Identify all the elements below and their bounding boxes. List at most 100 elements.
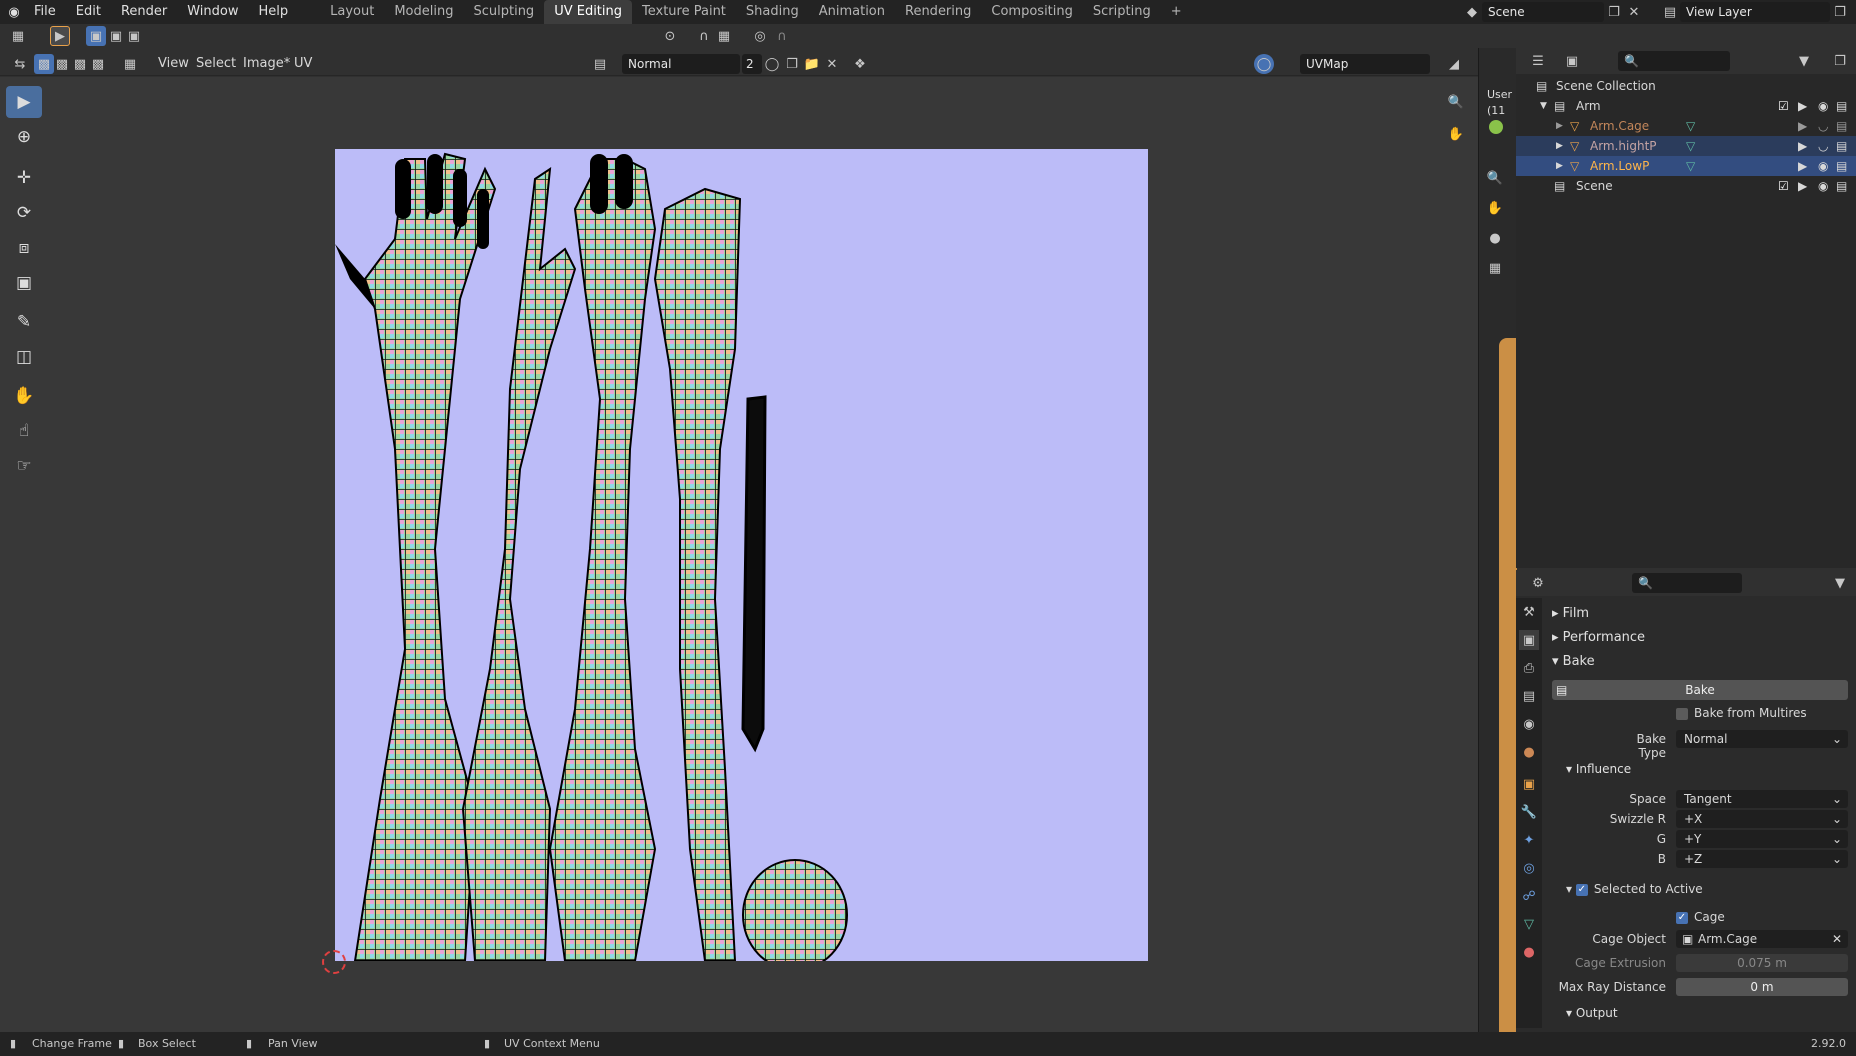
grid-view-icon[interactable]: ▦	[1485, 258, 1505, 278]
tab-scripting[interactable]: Scripting	[1083, 0, 1161, 24]
overlays-icon[interactable]: ◯	[1254, 54, 1274, 74]
editor-type-icon[interactable]: ▦	[8, 26, 28, 46]
visibility-eye-icon[interactable]: ◉	[1818, 176, 1828, 196]
pin-icon[interactable]: ❖	[850, 54, 870, 74]
select-tool-icon[interactable]: ▶	[50, 26, 70, 46]
tree-scene-collection[interactable]: ▤ Scene Collection	[1516, 76, 1856, 96]
swizzle-b-dropdown[interactable]: +Z ⌄	[1676, 850, 1848, 868]
bake-from-multires-checkbox[interactable]: Bake from Multires	[1676, 706, 1807, 720]
panel-influence[interactable]: ▾ Influence	[1566, 762, 1631, 776]
menu-view[interactable]: View	[158, 56, 189, 71]
filter-icon[interactable]: ▼	[1794, 51, 1814, 71]
uv-sync-icon[interactable]: ⇆	[10, 54, 30, 74]
expand-arrow-icon[interactable]: ▶	[1556, 116, 1563, 136]
cage-checkbox[interactable]: ✓ Cage	[1676, 910, 1725, 924]
bake-type-dropdown[interactable]: Normal ⌄	[1676, 730, 1848, 748]
gizmo-y-axis-icon[interactable]	[1489, 120, 1503, 134]
tree-object-arm-cage[interactable]: ▶ ▽ Arm.Cage ▽ ▶ ◡ ▤	[1516, 116, 1856, 136]
vertex-select-icon[interactable]: ▩	[34, 54, 54, 74]
selected-to-active-panel[interactable]: ▾ ✓ Selected to Active	[1566, 882, 1703, 896]
hidden-eye-icon[interactable]: ◡	[1818, 116, 1828, 136]
tab-shading[interactable]: Shading	[736, 0, 809, 24]
world-tab-icon[interactable]: ●	[1519, 742, 1539, 762]
viewport-zoom-icon[interactable]: 🔍	[1485, 168, 1505, 188]
unlink-image-icon[interactable]: ✕	[822, 54, 842, 74]
select-toggle-icon[interactable]: ▶	[1798, 116, 1807, 136]
scene-icon[interactable]: ◆	[1462, 2, 1482, 22]
new-collection-icon[interactable]: ❐	[1830, 51, 1850, 71]
select-toggle-icon[interactable]: ▶	[1798, 136, 1807, 156]
proportional-edit-icon[interactable]: ◎	[750, 26, 770, 46]
render-toggle-icon[interactable]: ▤	[1836, 156, 1847, 176]
pivot-icon[interactable]: ⊙	[660, 26, 680, 46]
move-tool-icon[interactable]: ✛	[6, 162, 42, 194]
expand-arrow-icon[interactable]: ▶	[1556, 136, 1563, 156]
sticky-select-icon[interactable]: ▦	[120, 54, 140, 74]
select-toggle-icon[interactable]: ▶	[1798, 96, 1807, 116]
cage-object-field[interactable]: ▣ Arm.Cage ✕	[1676, 930, 1848, 948]
tree-object-arm-hightp[interactable]: ▶ ▽ Arm.hightP ▽ ▶ ◡ ▤	[1516, 136, 1856, 156]
material-tab-icon[interactable]: ●	[1519, 942, 1539, 962]
menu-uv[interactable]: UV	[294, 56, 312, 71]
tab-texture-paint[interactable]: Texture Paint	[632, 0, 736, 24]
panel-performance[interactable]: ▸ Performance	[1552, 630, 1645, 645]
select-mode-extend-icon[interactable]: ▣	[106, 26, 126, 46]
cage-extrusion-field[interactable]: 0.075 m	[1676, 954, 1848, 972]
menu-render[interactable]: Render	[111, 0, 177, 24]
scene-field[interactable]: Scene	[1482, 2, 1604, 22]
tool-tab-icon[interactable]: ⚒	[1519, 602, 1539, 622]
visibility-eye-icon[interactable]: ◉	[1818, 156, 1828, 176]
image-users-count[interactable]: 2	[742, 54, 762, 74]
particles-tab-icon[interactable]: ✦	[1519, 830, 1539, 850]
render-toggle-icon[interactable]: ▤	[1836, 176, 1847, 196]
relax-tool-icon[interactable]: ☝	[6, 415, 42, 447]
expand-arrow-icon[interactable]: ▶	[1556, 156, 1563, 176]
menu-image[interactable]: Image*	[243, 56, 290, 71]
add-workspace-button[interactable]: +	[1161, 0, 1192, 24]
pinch-tool-icon[interactable]: ☞	[6, 450, 42, 482]
properties-search-input[interactable]: 🔍	[1632, 573, 1742, 593]
object-tab-icon[interactable]: ▣	[1519, 774, 1539, 794]
exclude-checkbox[interactable]: ☑	[1778, 96, 1789, 116]
tab-modeling[interactable]: Modeling	[384, 0, 463, 24]
open-image-icon[interactable]: 📁	[802, 54, 822, 74]
tree-object-arm-lowp[interactable]: ▶ ▽ Arm.LowP ▽ ▶ ◉ ▤	[1516, 156, 1856, 176]
edge-select-icon[interactable]: ▩	[52, 54, 72, 74]
select-mode-new-icon[interactable]: ▣	[86, 26, 106, 46]
menu-help[interactable]: Help	[249, 0, 299, 24]
bake-button[interactable]: ▤ Bake	[1552, 680, 1848, 700]
tree-collection-arm[interactable]: ▼ ▤ Arm ☑ ▶ ◉ ▤	[1516, 96, 1856, 116]
select-toggle-icon[interactable]: ▶	[1798, 156, 1807, 176]
hidden-eye-icon[interactable]: ◡	[1818, 136, 1828, 156]
uv-2d-cursor[interactable]	[322, 950, 346, 974]
viewport-pan-icon[interactable]: ✋	[1485, 198, 1505, 218]
tab-layout[interactable]: Layout	[320, 0, 384, 24]
scene-tab-icon[interactable]: ◉	[1519, 714, 1539, 734]
swizzle-g-dropdown[interactable]: +Y ⌄	[1676, 830, 1848, 848]
scale-tool-icon[interactable]: ⧈	[6, 232, 42, 264]
panel-bake[interactable]: ▾ Bake	[1552, 654, 1595, 669]
display-channels-icon[interactable]: ◢	[1444, 54, 1464, 74]
new-image-icon[interactable]: ❐	[782, 54, 802, 74]
menu-file[interactable]: File	[24, 0, 66, 24]
falloff-icon[interactable]: ∩	[772, 26, 792, 46]
selected-to-active-checkbox[interactable]: ✓	[1575, 883, 1588, 896]
tree-collection-scene[interactable]: ▤ Scene ☑ ▶ ◉ ▤	[1516, 176, 1856, 196]
options-icon[interactable]: ▼	[1830, 573, 1850, 593]
grab-tool-icon[interactable]: ✋	[6, 380, 42, 412]
face-select-icon[interactable]: ▩	[70, 54, 90, 74]
physics-tab-icon[interactable]: ◎	[1519, 858, 1539, 878]
zoom-icon[interactable]: 🔍	[1442, 88, 1470, 116]
cursor-tool-icon[interactable]: ⊕	[6, 121, 42, 153]
new-scene-icon[interactable]: ❐	[1604, 2, 1624, 22]
snap-target-icon[interactable]: ▦	[714, 26, 734, 46]
tab-animation[interactable]: Animation	[809, 0, 895, 24]
blender-logo-icon[interactable]: ◉	[4, 2, 24, 22]
properties-type-icon[interactable]: ⚙	[1528, 573, 1548, 593]
view-layer-icon[interactable]: ▤	[1660, 2, 1680, 22]
rotate-tool-icon[interactable]: ⟳	[6, 197, 42, 229]
transform-tool-icon[interactable]: ▣	[6, 267, 42, 299]
menu-window[interactable]: Window	[177, 0, 248, 24]
rip-tool-icon[interactable]: ◫	[6, 341, 42, 373]
annotate-tool-icon[interactable]: ✎	[6, 306, 42, 338]
